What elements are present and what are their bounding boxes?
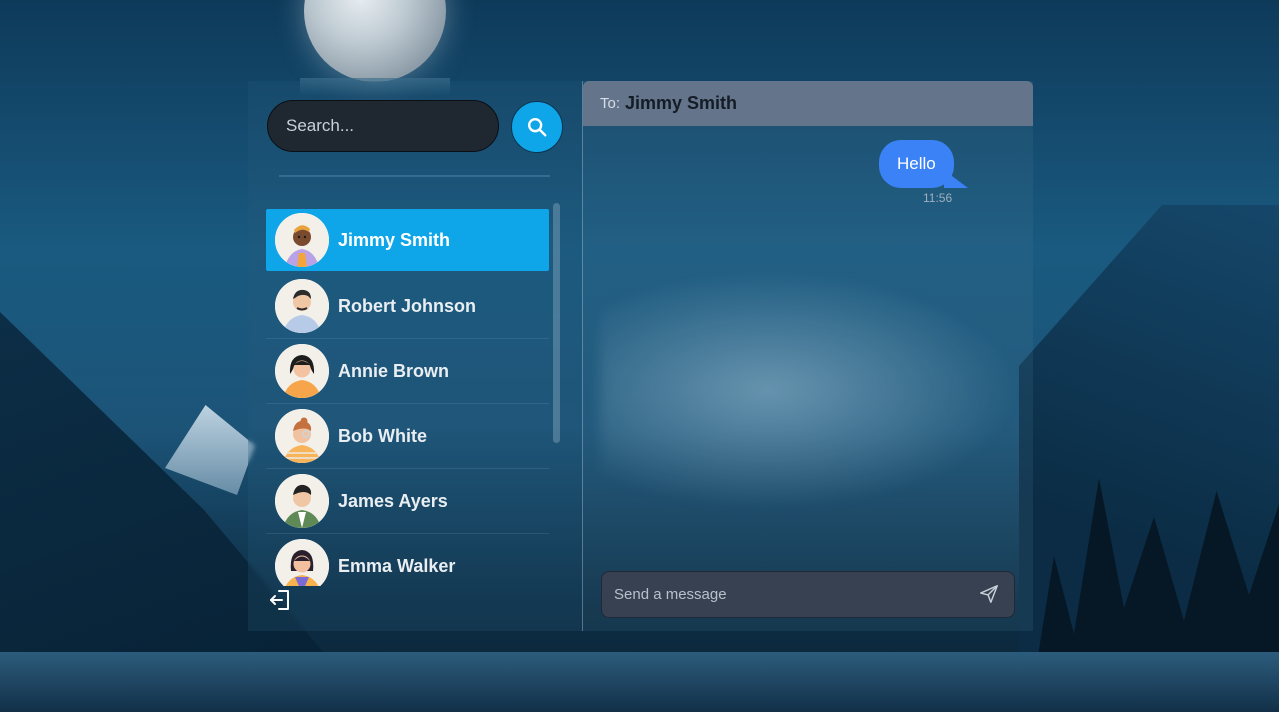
contact-name: James Ayers — [338, 490, 448, 511]
contact-item-robert-johnson[interactable]: Robert Johnson — [266, 274, 549, 339]
message-bubble: Hello — [879, 140, 954, 188]
background-lake — [0, 652, 1279, 712]
message-text: Hello — [897, 154, 936, 173]
message-composer — [601, 571, 1015, 618]
search-input[interactable] — [267, 100, 499, 152]
contact-name: Emma Walker — [338, 555, 456, 576]
send-icon — [980, 585, 998, 603]
avatar — [275, 279, 329, 333]
recipient-name: Jimmy Smith — [625, 93, 738, 113]
chat-header: To: Jimmy Smith — [583, 81, 1033, 126]
contact-item-emma-walker[interactable]: Emma Walker — [266, 534, 549, 586]
contact-name: Bob White — [338, 425, 427, 446]
contact-list-scrollbar[interactable] — [553, 203, 560, 443]
send-button[interactable] — [978, 583, 1002, 607]
moon-decoration — [304, 0, 446, 82]
contact-item-bob-white[interactable]: Bob White — [266, 404, 549, 469]
chat-background-fog — [600, 270, 1020, 510]
contact-name: Annie Brown — [338, 360, 449, 381]
to-label: To: — [600, 95, 621, 112]
search-icon — [528, 118, 547, 137]
moon-fade — [300, 78, 450, 96]
message-timestamp: 11:56 — [923, 191, 953, 205]
avatar — [275, 344, 329, 398]
avatar — [275, 409, 329, 463]
contact-item-jimmy-smith[interactable]: Jimmy Smith — [266, 209, 549, 271]
message-input[interactable] — [602, 572, 986, 617]
avatar — [275, 474, 329, 528]
avatar — [275, 213, 329, 267]
avatar — [275, 539, 329, 586]
search-button[interactable] — [511, 101, 563, 153]
contact-name: Robert Johnson — [338, 295, 476, 316]
logout-button[interactable] — [268, 588, 292, 612]
background-snow-peak — [165, 405, 255, 495]
contact-name: Jimmy Smith — [338, 229, 451, 250]
contact-list[interactable]: Jimmy Smith Robert Johnson Annie Brown B… — [266, 209, 549, 586]
contact-item-james-ayers[interactable]: James Ayers — [266, 469, 549, 534]
logout-icon — [270, 590, 289, 610]
search-divider — [279, 175, 550, 177]
contact-item-annie-brown[interactable]: Annie Brown — [266, 339, 549, 404]
